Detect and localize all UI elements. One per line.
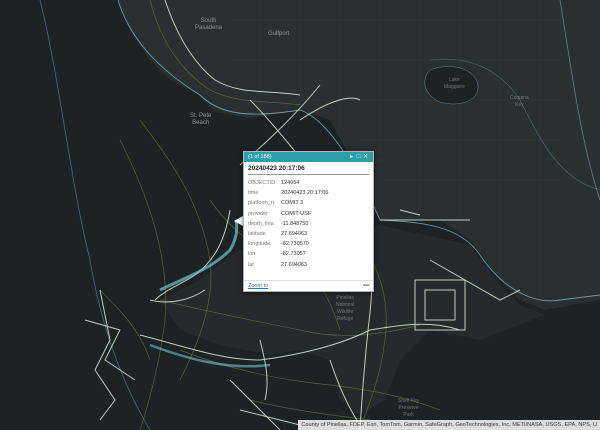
attribute-row: lat 27.694063: [244, 260, 373, 270]
place-south-pasadena: South Pasadena: [195, 18, 223, 31]
attribute-key: depth_fina: [248, 220, 274, 227]
attribute-value: -11.848750: [281, 220, 309, 227]
attribute-key: lon: [248, 251, 256, 258]
attribute-row: time 20240423 20:17:06: [244, 188, 373, 198]
attribute-key: latitude: [248, 231, 266, 238]
attribute-value: 27.694063: [281, 261, 307, 268]
map-attribution: County of Pinellas, FDEP, Esri, TomTom, …: [298, 420, 600, 430]
attribute-key: provider: [248, 210, 268, 217]
shoreline-west: [39, 0, 151, 430]
attribute-key: platform_n: [248, 200, 274, 207]
popup-footer: Zoom to •••: [244, 280, 373, 291]
attribute-row: latitude 27.694063: [244, 229, 373, 239]
attribute-row: lon -82.73057: [244, 249, 373, 259]
popup-header: (1 of 188) ▸ □ ✕: [244, 152, 373, 162]
zoom-to-link[interactable]: Zoom to: [248, 283, 363, 289]
place-shell-key: Shell Key Preserve Park: [398, 398, 420, 418]
popup-count: (1 of 188): [248, 154, 272, 160]
attribute-value: -82.73057: [281, 251, 306, 258]
attribute-value: -82.730570: [281, 241, 309, 248]
place-coquina-key: Coquina Key: [510, 95, 529, 108]
attribute-value: COMIT USF: [281, 210, 312, 217]
attribute-row: longitude -82.730570: [244, 239, 373, 249]
popup-divider: [248, 174, 369, 175]
feature-popup: (1 of 188) ▸ □ ✕ 20240423 20:17:06 OBJEC…: [243, 151, 374, 292]
next-feature-icon[interactable]: ▸: [348, 152, 355, 162]
more-actions-icon[interactable]: •••: [363, 283, 369, 289]
place-pinellas-refuge: Pinellas National Wildlife Refuge: [336, 295, 355, 322]
attribute-row: provider COMIT USF: [244, 209, 373, 219]
attribute-row: OBJECTID 124054: [244, 178, 373, 188]
map-view[interactable]: South Pasadena Gulfport St. Pete Beach L…: [0, 0, 600, 430]
attribute-value: 124054: [281, 180, 300, 187]
attribute-key: longitude: [248, 241, 271, 248]
attribute-value: COMIT 3: [281, 200, 304, 207]
attribute-table: OBJECTID 124054 time 20240423 20:17:06 platf…: [244, 178, 373, 270]
attribute-value: 20240423 20:17:06: [281, 190, 329, 197]
attribute-key: OBJECTID: [248, 180, 276, 187]
place-lake-maggiore: Lake Maggiore: [444, 77, 465, 90]
attribute-row: depth_fina -11.848750: [244, 219, 373, 229]
popup-pointer: [234, 216, 243, 226]
close-icon[interactable]: ✕: [362, 152, 369, 162]
attribute-key: lat: [248, 261, 254, 268]
attribute-value: 27.694063: [281, 231, 307, 238]
place-gulfport: Gulfport: [268, 31, 290, 37]
popup-title: 20240423 20:17:06: [248, 165, 305, 172]
attribute-row: platform_n COMIT 3: [244, 198, 373, 208]
maximize-icon[interactable]: □: [355, 152, 362, 162]
place-st-pete-beach: St. Pete Beach: [190, 113, 212, 126]
attribute-key: time: [248, 190, 259, 197]
